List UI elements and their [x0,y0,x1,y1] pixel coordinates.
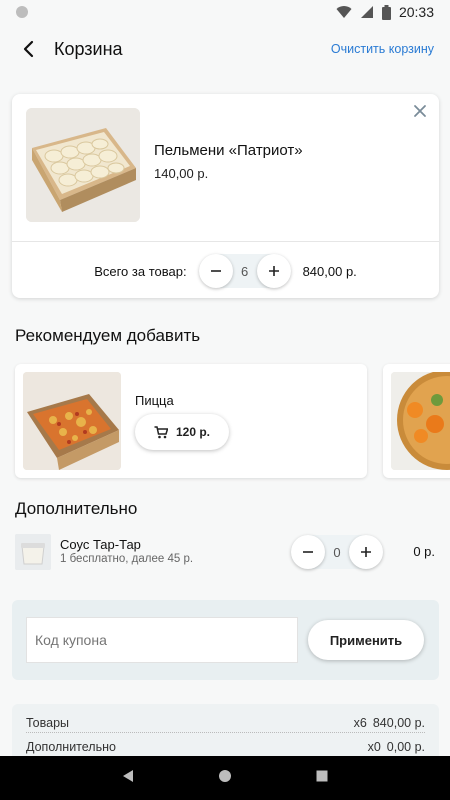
add-to-cart-button[interactable]: 120 р. [135,414,229,450]
recommend-title: Рекомендуем добавить [15,326,201,345]
divider [12,241,439,242]
summary-label: Товары [26,715,69,730]
minus-icon [303,551,313,553]
item-total-value: 840,00 р. [302,263,357,279]
summary-amount: 840,00 р. [372,715,425,730]
extra-decrease-button[interactable] [291,535,325,569]
back-button[interactable] [16,36,42,62]
back-arrow-icon [23,40,34,58]
recommend-card-next[interactable] [383,364,450,478]
product-price: 140,00 р. [154,166,209,181]
battery-icon [381,4,391,20]
recommend-item-name: Пицца [135,393,174,408]
system-nav-bar [0,756,450,800]
coupon-box: Применить [12,600,439,680]
extra-item-note: 1 бесплатно, далее 45 р. [60,553,194,565]
increase-button[interactable] [256,254,291,288]
plus-icon [268,266,279,276]
summary-qty: х6 [353,715,367,730]
summary-label: Дополнительно [26,739,116,754]
quantity-value: 6 [240,263,249,279]
product-image [26,108,140,222]
status-time: 20:33 [398,4,434,20]
status-bar: 20:33 [0,0,450,24]
quantity-stepper: 6 [198,254,291,288]
add-to-cart-price: 120 р. [175,425,211,439]
minus-icon [210,270,221,272]
signal-icon [360,6,373,18]
decrease-button[interactable] [198,254,233,288]
extra-item-row: Соус Тар-Тар 1 бесплатно, далее 45 р. 0 … [15,532,435,572]
extra-quantity-stepper: 0 [291,535,383,569]
summary-row: Дополнительно х0 0,00 р. [26,737,425,756]
apply-coupon-button[interactable]: Применить [308,620,424,660]
item-total-row: Всего за товар: 6 840,00 р. [12,244,439,298]
extra-item-total: 0 р. [413,544,435,559]
extra-title: Дополнительно [15,499,138,518]
extra-quantity-value: 0 [333,544,341,560]
clear-cart-link[interactable]: Очистить корзину [331,42,434,56]
status-icons: 20:33 [336,4,434,20]
coupon-input[interactable] [26,617,298,663]
cart-icon [154,425,168,438]
sauce-image [15,534,51,570]
order-summary: Товары х6 840,00 р. Дополнительно х0 0,0… [12,704,439,756]
plus-icon [361,547,371,557]
nav-back-icon[interactable] [121,769,135,788]
page-title: Корзина [54,38,123,59]
recommend-card[interactable]: Пицца 120 р. [15,364,367,478]
wifi-icon [336,6,352,19]
nav-recents-icon[interactable] [315,769,329,788]
close-icon[interactable] [411,102,429,120]
product-name: Пельмени «Патриот» [154,142,303,159]
item-total-label: Всего за товар: [94,263,187,279]
cart-item-card: Пельмени «Патриот» 140,00 р. Всего за то… [12,94,439,298]
summary-qty: х0 [367,739,381,754]
summary-row: Товары х6 840,00 р. [26,713,425,733]
extra-item-name: Соус Тар-Тар [60,537,141,552]
app-bar: Корзина Очистить корзину [0,24,450,74]
nav-home-icon[interactable] [218,769,232,788]
pizza-image [23,372,121,470]
extra-increase-button[interactable] [349,535,383,569]
notification-dot-icon [16,6,28,18]
aspic-image [391,372,450,470]
summary-amount: 0,00 р. [386,739,425,754]
